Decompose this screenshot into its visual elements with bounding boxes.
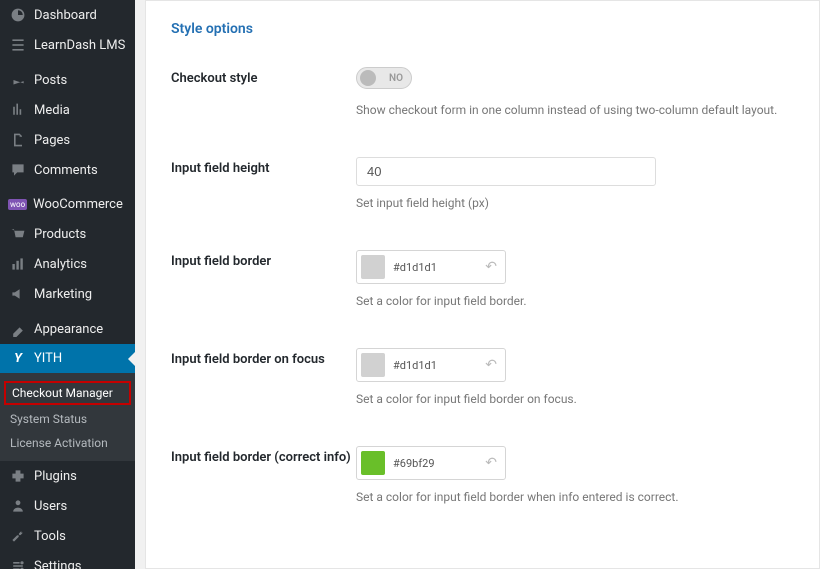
- main-content: Style options Checkout style NO Show che…: [145, 0, 820, 569]
- toggle-text: NO: [389, 73, 403, 84]
- media-icon: [8, 102, 28, 118]
- yith-submenu: Checkout Manager System Status License A…: [0, 373, 135, 461]
- submenu-checkout-manager[interactable]: Checkout Manager: [4, 381, 131, 405]
- toggle-checkout-style[interactable]: NO: [356, 67, 412, 89]
- sidebar-item-products[interactable]: Products: [0, 219, 135, 249]
- reset-icon[interactable]: ↶: [481, 357, 501, 373]
- marketing-icon: [8, 286, 28, 302]
- color-hex: #d1d1d1: [393, 359, 481, 372]
- dashboard-icon: [8, 7, 28, 23]
- help-border-correct: Set a color for input field border when …: [356, 490, 794, 504]
- plugins-icon: [8, 468, 28, 484]
- sidebar-item-label: YITH: [34, 351, 62, 366]
- sidebar-item-label: Pages: [34, 133, 70, 148]
- label-border: Input field border: [171, 250, 356, 269]
- sidebar-item-label: Appearance: [34, 322, 103, 337]
- help-border-focus: Set a color for input field border on fo…: [356, 392, 794, 406]
- users-icon: [8, 498, 28, 514]
- sidebar-item-dashboard[interactable]: Dashboard: [0, 0, 135, 30]
- sidebar-item-analytics[interactable]: Analytics: [0, 249, 135, 279]
- sidebar-item-learndash[interactable]: LearnDash LMS: [0, 30, 135, 60]
- sidebar-item-label: Comments: [34, 163, 98, 178]
- sidebar-item-woocommerce[interactable]: woo WooCommerce: [0, 190, 135, 219]
- sidebar-item-label: Analytics: [34, 257, 87, 272]
- learndash-icon: [8, 37, 28, 53]
- label-input-height: Input field height: [171, 157, 356, 176]
- section-title: Style options: [171, 21, 794, 37]
- sidebar-item-yith[interactable]: Y YITH: [0, 344, 135, 373]
- reset-icon[interactable]: ↶: [481, 455, 501, 471]
- pin-icon: [8, 72, 28, 88]
- color-swatch: [361, 255, 385, 279]
- sidebar-item-settings[interactable]: Settings: [0, 551, 135, 569]
- sidebar-item-label: Users: [34, 499, 67, 514]
- analytics-icon: [8, 256, 28, 272]
- color-picker-border[interactable]: #d1d1d1 ↶: [356, 250, 506, 284]
- sidebar-item-plugins[interactable]: Plugins: [0, 461, 135, 491]
- toggle-knob: [360, 70, 376, 86]
- products-icon: [8, 226, 28, 242]
- help-checkout-style: Show checkout form in one column instead…: [356, 103, 794, 117]
- sidebar-item-appearance[interactable]: Appearance: [0, 314, 135, 344]
- sidebar-item-label: Marketing: [34, 287, 92, 302]
- sidebar-item-comments[interactable]: Comments: [0, 155, 135, 185]
- settings-icon: [8, 558, 28, 569]
- row-border-focus: Input field border on focus #d1d1d1 ↶ Se…: [171, 348, 794, 406]
- color-picker-border-focus[interactable]: #d1d1d1 ↶: [356, 348, 506, 382]
- submenu-license-activation[interactable]: License Activation: [0, 431, 135, 455]
- label-border-focus: Input field border on focus: [171, 348, 356, 367]
- sidebar-item-label: Media: [34, 103, 70, 118]
- pages-icon: [8, 132, 28, 148]
- sidebar-item-tools[interactable]: Tools: [0, 521, 135, 551]
- row-border-correct: Input field border (correct info) #69bf2…: [171, 446, 794, 504]
- sidebar-item-label: Plugins: [34, 469, 77, 484]
- color-hex: #69bf29: [393, 457, 481, 470]
- help-border: Set a color for input field border.: [356, 294, 794, 308]
- reset-icon[interactable]: ↶: [481, 259, 501, 275]
- submenu-system-status[interactable]: System Status: [0, 407, 135, 431]
- row-checkout-style: Checkout style NO Show checkout form in …: [171, 67, 794, 117]
- sidebar-item-marketing[interactable]: Marketing: [0, 279, 135, 309]
- admin-sidebar: Dashboard LearnDash LMS Posts Media Page…: [0, 0, 135, 569]
- sidebar-item-posts[interactable]: Posts: [0, 65, 135, 95]
- help-input-height: Set input field height (px): [356, 196, 794, 210]
- sidebar-item-pages[interactable]: Pages: [0, 125, 135, 155]
- sidebar-item-label: Posts: [34, 73, 67, 88]
- sidebar-item-users[interactable]: Users: [0, 491, 135, 521]
- label-checkout-style: Checkout style: [171, 67, 356, 86]
- label-border-correct: Input field border (correct info): [171, 446, 356, 465]
- comments-icon: [8, 162, 28, 178]
- sidebar-item-label: Products: [34, 227, 86, 242]
- sidebar-item-label: Tools: [34, 529, 66, 544]
- row-border: Input field border #d1d1d1 ↶ Set a color…: [171, 250, 794, 308]
- sidebar-item-media[interactable]: Media: [0, 95, 135, 125]
- woo-icon: woo: [8, 199, 27, 210]
- color-swatch: [361, 451, 385, 475]
- sidebar-item-label: Dashboard: [34, 8, 97, 23]
- sidebar-item-label: WooCommerce: [33, 197, 123, 212]
- sidebar-item-label: LearnDash LMS: [34, 38, 125, 53]
- color-picker-border-correct[interactable]: #69bf29 ↶: [356, 446, 506, 480]
- sidebar-item-label: Settings: [34, 559, 81, 569]
- color-swatch: [361, 353, 385, 377]
- yith-icon: Y: [8, 351, 28, 366]
- row-input-height: Input field height Set input field heigh…: [171, 157, 794, 210]
- color-hex: #d1d1d1: [393, 261, 481, 274]
- appearance-icon: [8, 321, 28, 337]
- input-field-height[interactable]: [356, 157, 656, 186]
- tools-icon: [8, 528, 28, 544]
